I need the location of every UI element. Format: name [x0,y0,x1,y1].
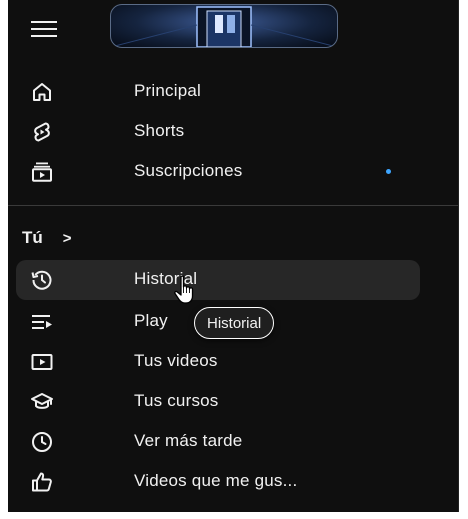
you-section-header[interactable]: Tú > [22,226,72,250]
sidebar-item-label: Play [134,311,168,330]
sidebar-item-label: Videos que me gus... [134,471,298,490]
sidebar-item-historial[interactable]: Historial [16,260,420,300]
clock-icon [30,430,54,454]
section-divider [8,205,458,206]
section-title: Tú [22,228,43,247]
video-thumbnail-image[interactable] [110,4,338,48]
sidebar-header [8,0,458,56]
historial-tooltip: Historial [194,307,275,339]
sidebar-item-label: Tus videos [134,351,218,370]
page-background-strip [0,512,468,519]
thumbs-up-icon [30,470,54,494]
sidebar-item-label: Suscripciones [134,161,243,180]
subscriptions-icon [30,160,54,184]
sidebar-item-tus-cursos[interactable]: Tus cursos [16,382,420,422]
courses-icon [30,390,54,414]
new-content-badge [386,169,391,174]
hamburger-menu-icon[interactable] [22,12,66,46]
sidebar-item-label: Shorts [134,121,185,140]
history-icon [30,268,54,292]
sidebar-item-label: Principal [134,81,201,100]
sidebar-item-principal[interactable]: Principal [16,72,420,112]
playlist-icon [30,310,54,334]
sidebar-item-shorts[interactable]: Shorts [16,112,420,152]
hand-cursor-icon [172,274,202,306]
sidebar-item-tus-videos[interactable]: Tus videos [16,342,420,382]
home-icon [30,80,54,104]
sidebar-item-suscripciones[interactable]: Suscripciones [16,152,420,192]
sidebar-item-label: Ver más tarde [134,431,243,450]
sidebar-panel: Principal Shorts Suscripciones Tú > Hist… [8,0,459,512]
sidebar-item-videos-que-me-gustan[interactable]: Videos que me gus... [16,462,420,502]
your-videos-icon [30,350,54,374]
sidebar-item-label: Tus cursos [134,391,219,410]
sidebar-item-ver-mas-tarde[interactable]: Ver más tarde [16,422,420,462]
shorts-icon [30,120,54,144]
chevron-right-icon: > [62,229,72,247]
